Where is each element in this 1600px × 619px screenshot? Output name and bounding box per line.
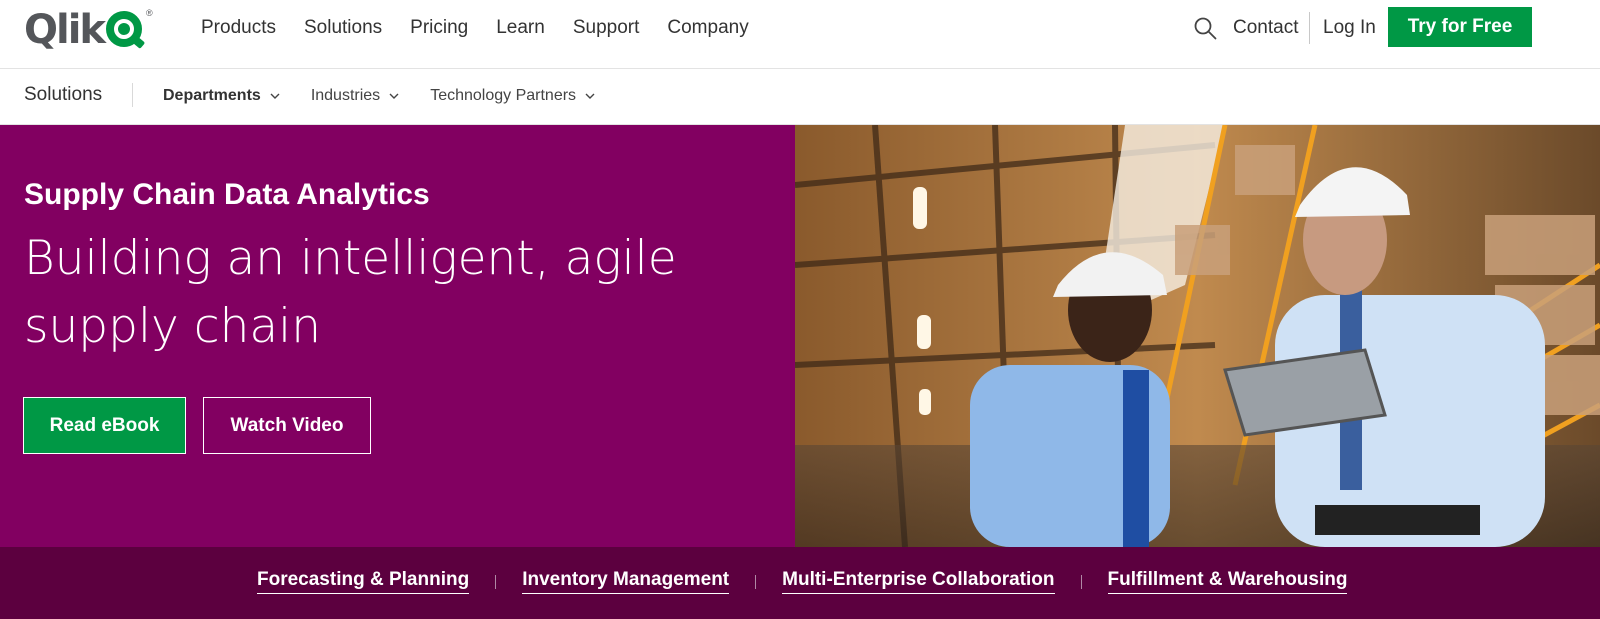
main-menu: Products Solutions Pricing Learn Support… (201, 17, 749, 39)
logo-q-mark: ® (106, 8, 153, 50)
nav-pricing[interactable]: Pricing (410, 17, 468, 39)
top-navigation: Qlik ® Products Solutions Pricing Learn … (0, 0, 1600, 69)
nav-company[interactable]: Company (667, 17, 748, 39)
chevron-down-icon (389, 93, 399, 99)
logo-registered-mark: ® (146, 8, 153, 18)
hero-eyebrow: Supply Chain Data Analytics (24, 178, 430, 211)
header-divider (1309, 12, 1310, 44)
hero-image-warehouse-workers (795, 125, 1600, 547)
quicklink-divider (1080, 574, 1082, 589)
qlik-logo[interactable]: Qlik ® (24, 7, 153, 53)
nav-learn[interactable]: Learn (496, 17, 545, 39)
subnav-item-label: Departments (163, 87, 261, 104)
nav-solutions[interactable]: Solutions (304, 17, 382, 39)
quicklink-divider (495, 574, 497, 589)
link-multi-enterprise-collaboration[interactable]: Multi-Enterprise Collaboration (782, 569, 1055, 594)
contact-link[interactable]: Contact (1233, 17, 1298, 39)
search-icon[interactable] (1193, 16, 1217, 40)
link-fulfillment-warehousing[interactable]: Fulfillment & Warehousing (1107, 569, 1348, 594)
read-ebook-button[interactable]: Read eBook (23, 397, 186, 454)
watch-video-button[interactable]: Watch Video (203, 397, 371, 454)
subnav-technology-partners[interactable]: Technology Partners (430, 86, 596, 106)
subnav-item-label: Industries (310, 87, 381, 104)
nav-products[interactable]: Products (201, 17, 276, 39)
link-forecasting-planning[interactable]: Forecasting & Planning (257, 569, 470, 594)
quicklinks-row: Forecasting & Planning Inventory Managem… (257, 569, 1348, 594)
chevron-down-icon (270, 93, 280, 99)
chevron-down-icon (585, 93, 595, 99)
hero-panel: Supply Chain Data Analytics Building an … (0, 125, 795, 547)
subnav-industries[interactable]: Industries (311, 86, 400, 106)
quicklink-divider (755, 574, 757, 589)
try-for-free-button[interactable]: Try for Free (1388, 7, 1532, 47)
subnav-title: Solutions (24, 84, 103, 105)
solutions-quicklinks: Forecasting & Planning Inventory Managem… (0, 547, 1600, 619)
subnav-menu: Departments Industries Technology Partne… (163, 86, 596, 106)
link-inventory-management[interactable]: Inventory Management (522, 569, 730, 594)
subnav-departments[interactable]: Departments (163, 86, 281, 106)
login-link[interactable]: Log In (1323, 17, 1376, 39)
nav-support[interactable]: Support (573, 17, 640, 39)
hero-title: Building an intelligent, agile supply ch… (24, 231, 677, 354)
logo-wordmark: Qlik (24, 7, 106, 53)
subnav-item-label: Technology Partners (430, 87, 577, 104)
subnav-divider (132, 83, 133, 107)
solutions-subnav: Solutions Departments Industries Technol… (0, 69, 1600, 125)
